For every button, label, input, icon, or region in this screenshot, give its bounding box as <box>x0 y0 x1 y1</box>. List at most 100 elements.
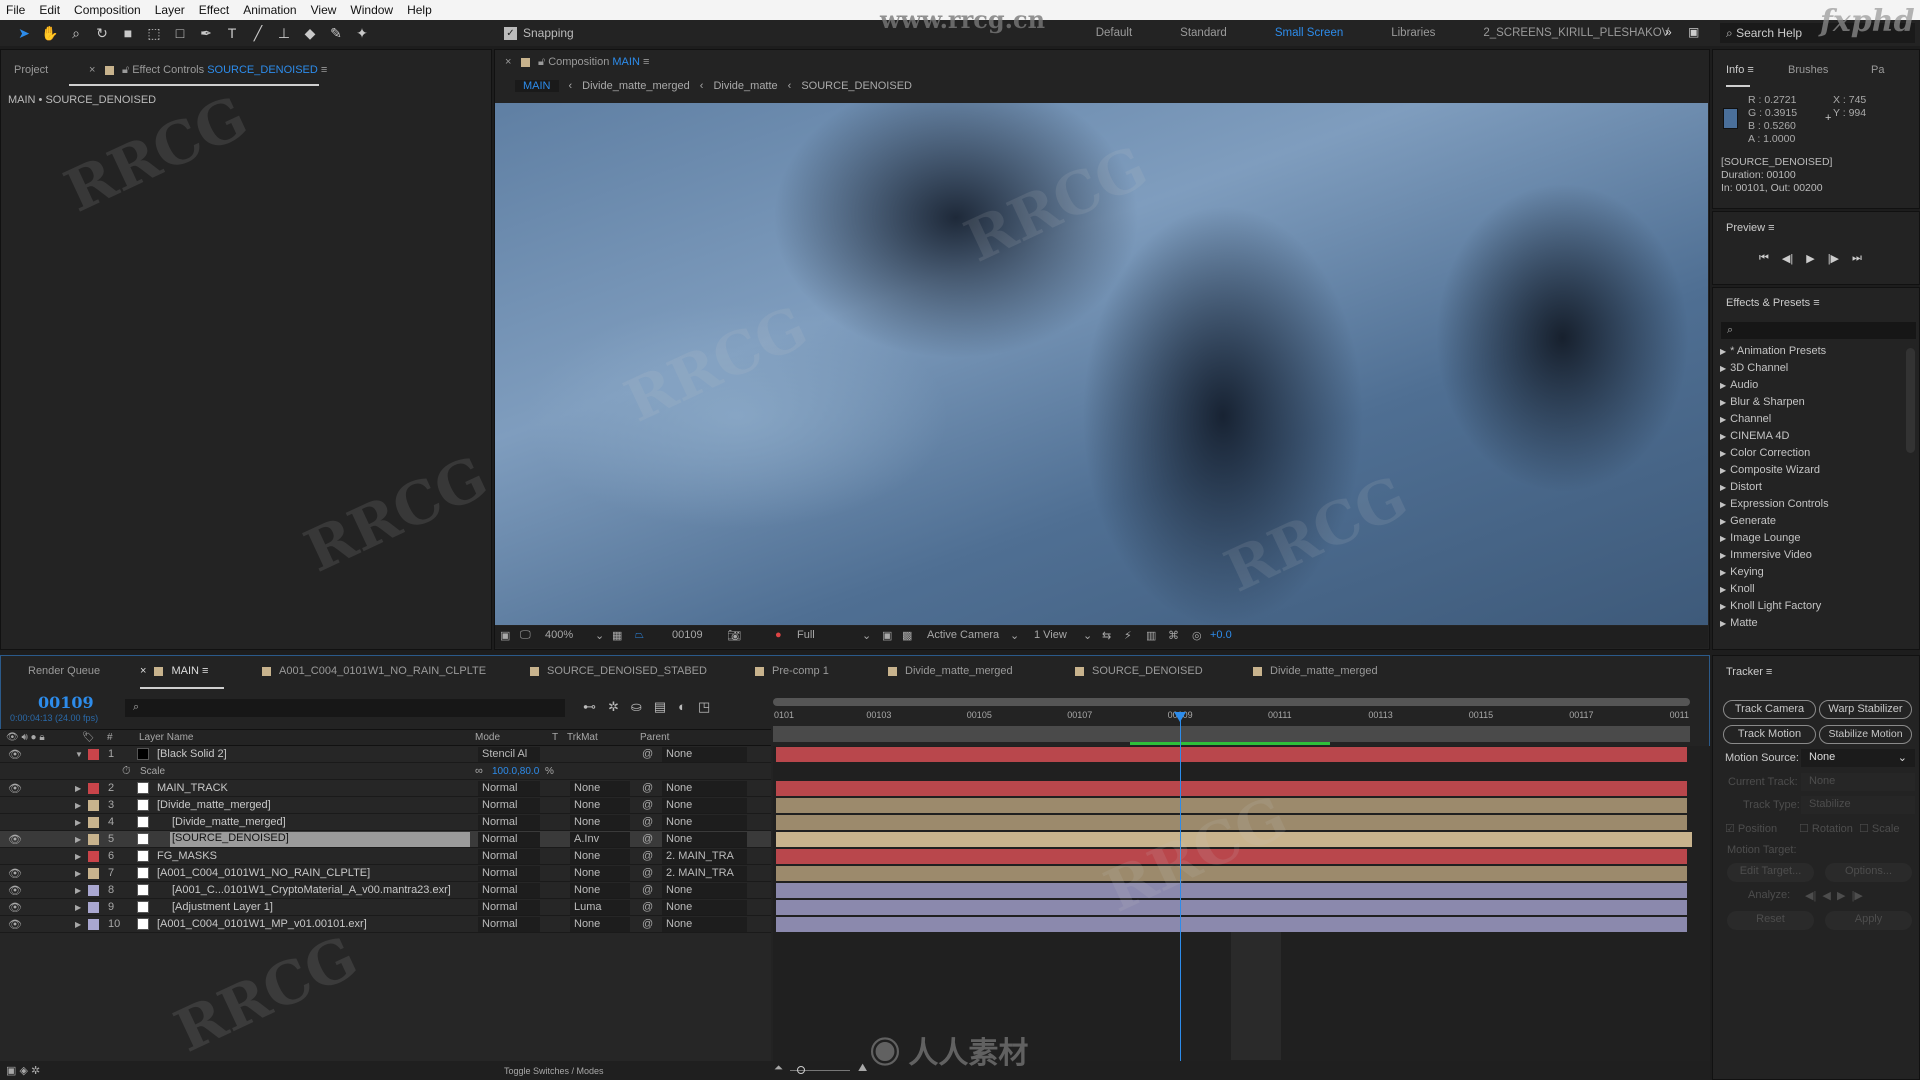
parent-dropdown[interactable]: None <box>662 917 747 932</box>
tab-composition[interactable]: 🔓︎ Composition MAIN ≡ <box>521 56 649 69</box>
label-color[interactable] <box>88 749 99 760</box>
pickwhip-icon[interactable]: @ <box>642 833 653 845</box>
effects-category[interactable]: ▶ 3D Channel <box>1720 362 1788 374</box>
chevron-down-icon[interactable]: ⌄ <box>595 629 604 642</box>
trkmat-dropdown[interactable]: None <box>570 883 630 898</box>
parent-dropdown[interactable]: None <box>662 832 747 847</box>
disclosure-closed-icon[interactable]: ▶ <box>75 886 81 895</box>
disclosure-triangle-icon[interactable]: ▶ <box>1720 619 1726 628</box>
current-track-dropdown[interactable]: None <box>1801 773 1915 791</box>
parent-dropdown[interactable]: None <box>662 747 747 762</box>
layer-duration-bar[interactable] <box>776 917 1687 932</box>
pan-behind-tool-icon[interactable]: ⬚ <box>144 23 164 43</box>
eye-icon[interactable]: 👁︎ <box>8 867 22 880</box>
layer-row[interactable]: 👁︎ ▶ 2 MAIN_TRACK Normal None @ None <box>0 780 771 797</box>
layer-name-header[interactable]: Layer Name <box>139 732 193 743</box>
effects-category[interactable]: ▶ Keying <box>1720 566 1764 578</box>
parent-dropdown[interactable]: None <box>662 815 747 830</box>
edit-target-button[interactable]: Edit Target... <box>1727 863 1814 882</box>
previous-frame-icon[interactable]: ◀| <box>1782 252 1793 265</box>
layer-name[interactable]: [Black Solid 2] <box>155 748 229 760</box>
label-color[interactable] <box>88 783 99 794</box>
transparency-grid-icon[interactable]: ▩ <box>902 629 912 642</box>
position-checkbox[interactable]: ☑ Position <box>1725 822 1777 835</box>
workspace-tab[interactable]: Libraries <box>1391 27 1435 39</box>
chevron-down-icon[interactable]: ⌄ <box>862 629 871 642</box>
breadcrumb-item[interactable]: MAIN <box>515 80 559 92</box>
trkmat-dropdown[interactable]: None <box>570 781 630 796</box>
effects-category[interactable]: ▶ Immersive Video <box>1720 549 1812 561</box>
rotation-checkbox[interactable]: ☐ Rotation <box>1799 822 1853 835</box>
timeline-tab[interactable]: Render Queue <box>28 665 100 677</box>
shy-layers-icon[interactable]: ⛀ <box>631 699 642 715</box>
disclosure-triangle-icon[interactable]: ▶ <box>1720 466 1726 475</box>
trkmat-dropdown[interactable]: None <box>570 917 630 932</box>
label-color[interactable] <box>88 851 99 862</box>
menu-file[interactable]: File <box>6 3 25 17</box>
always-preview-icon[interactable]: ▣ <box>500 629 510 642</box>
disclosure-triangle-icon[interactable]: ▶ <box>1720 534 1726 543</box>
zoom-out-icon[interactable]: ⏶ <box>774 1062 783 1075</box>
pickwhip-icon[interactable]: @ <box>642 867 653 879</box>
effects-category[interactable]: ▶ * Animation Presets <box>1720 345 1826 357</box>
pickwhip-icon[interactable]: @ <box>642 782 653 794</box>
disclosure-triangle-icon[interactable]: ▶ <box>1720 381 1726 390</box>
trkmat-dropdown[interactable]: None <box>570 849 630 864</box>
layer-search-input[interactable]: ⌕ <box>125 699 565 717</box>
mode-dropdown[interactable]: Normal <box>478 900 540 915</box>
parent-dropdown[interactable]: None <box>662 798 747 813</box>
mask-visibility-icon[interactable]: ⏢ <box>635 629 644 642</box>
timeline-tab[interactable]: Divide_matte_merged <box>1253 665 1378 677</box>
effects-category[interactable]: ▶ Knoll Light Factory <box>1720 600 1821 612</box>
track-type-dropdown[interactable]: Stabilize <box>1801 796 1915 814</box>
roto-brush-tool-icon[interactable]: ✎ <box>326 23 346 43</box>
pen-tool-icon[interactable]: ✒ <box>196 23 216 43</box>
eye-icon[interactable]: 👁︎ <box>8 901 22 914</box>
mode-dropdown[interactable]: Normal <box>478 917 540 932</box>
workspace-tab[interactable]: Default <box>1096 27 1132 39</box>
stabilize-motion-button[interactable]: Stabilize Motion <box>1819 725 1912 744</box>
effects-category[interactable]: ▶ Color Correction <box>1720 447 1810 459</box>
effects-category[interactable]: ▶ Audio <box>1720 379 1758 391</box>
menu-window[interactable]: Window <box>350 3 393 17</box>
disclosure-triangle-icon[interactable]: ▶ <box>1720 449 1726 458</box>
pickwhip-icon[interactable]: @ <box>642 799 653 811</box>
layer-name[interactable]: [A001_C004_0101W1_MP_v01.00101.exr] <box>155 918 369 930</box>
motion-blur-icon[interactable]: ◐ <box>678 699 686 715</box>
pickwhip-icon[interactable]: @ <box>642 884 653 896</box>
camera-tool-icon[interactable]: ■ <box>118 23 138 43</box>
type-tool-icon[interactable]: T <box>222 23 242 43</box>
playhead-handle[interactable] <box>1173 712 1186 722</box>
track-motion-button[interactable]: Track Motion <box>1723 725 1816 744</box>
analyze-controls-icons[interactable]: ◀| ◀ ▶ |▶ <box>1805 889 1863 902</box>
label-color[interactable] <box>88 919 99 930</box>
apply-button[interactable]: Apply <box>1825 911 1912 930</box>
workspace-tab[interactable]: Standard <box>1180 27 1227 39</box>
options-button[interactable]: Options... <box>1825 863 1912 882</box>
pickwhip-icon[interactable]: @ <box>642 850 653 862</box>
trkmat-dropdown[interactable]: None <box>570 798 630 813</box>
timeline-footer-icons[interactable]: ▣ ◈ ✲ <box>6 1064 40 1077</box>
mode-dropdown[interactable]: Normal <box>478 798 540 813</box>
disclosure-closed-icon[interactable]: ▶ <box>75 920 81 929</box>
first-frame-icon[interactable]: ⏮ <box>1759 252 1769 265</box>
menu-help[interactable]: Help <box>407 3 432 17</box>
mode-dropdown[interactable]: Normal <box>478 832 540 847</box>
disclosure-triangle-icon[interactable]: ▶ <box>1720 602 1726 611</box>
label-color[interactable] <box>88 902 99 913</box>
layer-name[interactable]: [A001_C...0101W1_CryptoMaterial_A_v00.ma… <box>170 884 453 896</box>
last-frame-icon[interactable]: ⏭ <box>1852 252 1862 265</box>
effects-category[interactable]: ▶ Blur & Sharpen <box>1720 396 1805 408</box>
puppet-pin-tool-icon[interactable]: ✦ <box>352 23 372 43</box>
layer-duration-bar[interactable] <box>776 832 1692 847</box>
menu-effect[interactable]: Effect <box>199 3 229 17</box>
selection-tool-icon[interactable]: ➤ <box>14 23 34 43</box>
layer-name[interactable]: [A001_C004_0101W1_NO_RAIN_CLPLTE] <box>155 867 372 879</box>
eraser-tool-icon[interactable]: ◆ <box>300 23 320 43</box>
mode-dropdown[interactable]: Stencil Al <box>478 747 540 762</box>
search-help-input[interactable]: ⌕ Search Help <box>1720 23 1915 43</box>
time-navigator[interactable] <box>773 726 1690 742</box>
layer-row[interactable]: 👁︎ ▶ 10 [A001_C004_0101W1_MP_v01.00101.exr]… <box>0 916 771 933</box>
pickwhip-icon[interactable]: @ <box>642 816 653 828</box>
current-time-field[interactable]: 00109 <box>672 629 703 641</box>
